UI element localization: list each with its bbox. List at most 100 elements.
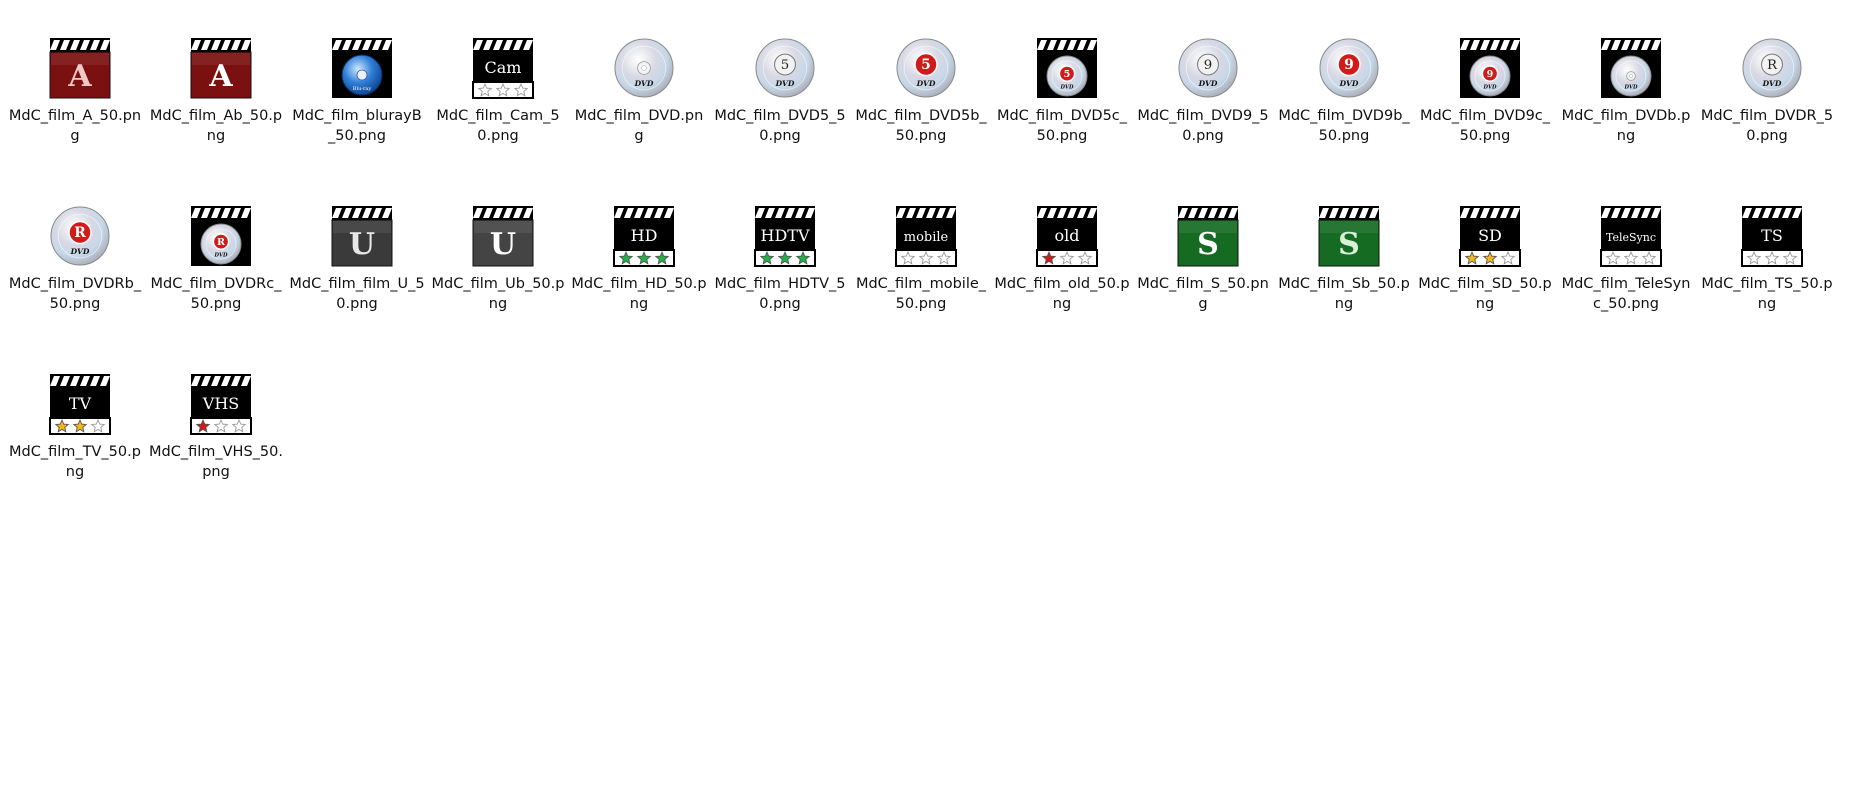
file-item[interactable]: Cam MdC_film_Cam_50.png: [428, 0, 568, 150]
svg-text:U: U: [490, 227, 516, 262]
svg-text:DVD: DVD: [1624, 84, 1638, 90]
file-item[interactable]: A MdC_film_Ab_50.png: [146, 0, 286, 150]
file-item[interactable]: HD MdC_film_HD_50.png: [569, 168, 709, 318]
file-name: MdC_film_DVDRc_50.png: [150, 276, 282, 312]
svg-text:A: A: [208, 59, 233, 94]
svg-text:TV: TV: [69, 394, 92, 413]
svg-text:Blu-ray: Blu-ray: [353, 86, 372, 92]
dvd-disc-icon: R DVD: [1740, 36, 1804, 100]
dvd-disc-icon: 9 DVD: [1317, 36, 1381, 100]
file-item[interactable]: 9 DVD MdC_film_DVD9b_50.png: [1274, 0, 1414, 150]
file-item[interactable]: A MdC_film_A_50.png: [5, 0, 145, 150]
svg-text:DVD: DVD: [634, 79, 654, 88]
file-item[interactable]: R DVD MdC_film_DVDRb_50.png: [5, 168, 145, 318]
svg-text:9: 9: [1487, 69, 1494, 80]
file-item[interactable]: HDTV MdC_film_HDTV_50.png: [710, 168, 850, 318]
clapper-stars-icon: HDTV: [753, 204, 817, 268]
file-item[interactable]: SD MdC_film_SD_50.png: [1415, 168, 1555, 318]
file-name: MdC_film_DVDRb_50.png: [8, 276, 142, 312]
clapper-disc-icon: R DVD: [189, 204, 253, 268]
svg-text:DVD: DVD: [214, 252, 228, 258]
file-name: MdC_film_A_50.png: [8, 108, 142, 144]
file-name: MdC_film_mobile_50.png: [855, 276, 987, 312]
svg-text:5: 5: [781, 58, 789, 73]
file-item[interactable]: S MdC_film_Sb_50.png: [1274, 168, 1414, 318]
clapper-stars-icon: old: [1035, 204, 1099, 268]
clapper-letter-icon: U: [471, 204, 535, 268]
file-item[interactable]: U MdC_film_film_U_50.png: [287, 168, 427, 318]
file-name: MdC_film_blurayB_50.png: [292, 108, 422, 144]
file-name: MdC_film_SD_50.png: [1418, 276, 1552, 312]
svg-text:DVD: DVD: [1762, 79, 1782, 88]
file-grid: A MdC_film_A_50.png A MdC_film_Ab_50.png B…: [0, 0, 1849, 800]
clapper-disc-icon: DVD: [1599, 36, 1663, 100]
svg-text:SD: SD: [1478, 226, 1502, 245]
dvd-disc-icon: 5 DVD: [753, 36, 817, 100]
file-item[interactable]: DVD MdC_film_DVD.png: [569, 0, 709, 150]
dvd-disc-icon: R DVD: [48, 204, 112, 268]
clapper-stars-icon: TeleSync: [1599, 204, 1663, 268]
clapper-stars-icon: HD: [612, 204, 676, 268]
svg-text:DVD: DVD: [916, 79, 936, 88]
svg-text:5: 5: [1064, 69, 1071, 80]
clapper-stars-icon: VHS: [189, 372, 253, 436]
file-item[interactable]: 9 DVD MdC_film_DVD9_50.png: [1133, 0, 1273, 150]
file-name: MdC_film_film_U_50.png: [289, 276, 425, 312]
file-name: MdC_film_DVDb.png: [1561, 108, 1691, 144]
file-item[interactable]: VHS MdC_film_VHS_50.png: [146, 336, 286, 486]
svg-text:U: U: [349, 227, 375, 262]
file-name: MdC_film_DVD.png: [574, 108, 704, 144]
file-item[interactable]: mobile MdC_film_mobile_50.png: [851, 168, 991, 318]
file-item[interactable]: 5 DVD MdC_film_DVD5b_50.png: [851, 0, 991, 150]
svg-text:9: 9: [1204, 58, 1212, 73]
svg-text:DVD: DVD: [1060, 84, 1074, 90]
file-name: MdC_film_TeleSync_50.png: [1561, 276, 1691, 312]
svg-text:Cam: Cam: [485, 58, 522, 77]
svg-text:DVD: DVD: [1198, 79, 1218, 88]
svg-text:TeleSync: TeleSync: [1606, 231, 1656, 244]
file-item[interactable]: R DVD MdC_film_DVDR_50.png: [1697, 0, 1837, 150]
file-item[interactable]: 5 DVD MdC_film_DVD5_50.png: [710, 0, 850, 150]
file-item[interactable]: TS MdC_film_TS_50.png: [1697, 168, 1837, 318]
file-item[interactable]: R DVD MdC_film_DVDRc_50.png: [146, 168, 286, 318]
file-item[interactable]: TeleSync MdC_film_TeleSync_50.png: [1556, 168, 1696, 318]
clapper-stars-icon: mobile: [894, 204, 958, 268]
file-item[interactable]: 9 DVD MdC_film_DVD9c_50.png: [1415, 0, 1555, 150]
file-name: MdC_film_VHS_50.png: [149, 444, 283, 480]
clapper-letter-icon: U: [330, 204, 394, 268]
dvd-disc-icon: DVD: [612, 36, 676, 100]
file-name: MdC_film_S_50.png: [1137, 276, 1269, 312]
file-item[interactable]: TV MdC_film_TV_50.png: [5, 336, 145, 486]
file-name: MdC_film_Ub_50.png: [431, 276, 565, 312]
file-name: MdC_film_DVD9c_50.png: [1419, 108, 1551, 144]
file-name: MdC_film_Ab_50.png: [149, 108, 283, 144]
file-name: MdC_film_DVD5b_50.png: [855, 108, 987, 144]
clapper-letter-icon: S: [1176, 204, 1240, 268]
file-name: MdC_film_TV_50.png: [9, 444, 141, 480]
file-name: MdC_film_HD_50.png: [571, 276, 707, 312]
svg-text:HDTV: HDTV: [760, 226, 809, 245]
svg-text:TS: TS: [1761, 226, 1783, 245]
file-name: MdC_film_Sb_50.png: [1278, 276, 1410, 312]
clapper-bluray-icon: Blu-ray: [330, 36, 394, 100]
file-name: MdC_film_DVD5_50.png: [714, 108, 846, 144]
file-item[interactable]: old MdC_film_old_50.png: [992, 168, 1132, 318]
svg-text:DVD: DVD: [1483, 84, 1497, 90]
svg-text:5: 5: [921, 57, 931, 73]
clapper-stars-icon: TS: [1740, 204, 1804, 268]
file-item[interactable]: S MdC_film_S_50.png: [1133, 168, 1273, 318]
file-name: MdC_film_old_50.png: [994, 276, 1130, 312]
file-name: MdC_film_DVD9_50.png: [1137, 108, 1269, 144]
file-item[interactable]: DVD MdC_film_DVDb.png: [1556, 0, 1696, 150]
svg-text:VHS: VHS: [202, 394, 239, 413]
svg-text:mobile: mobile: [904, 230, 949, 245]
file-item[interactable]: U MdC_film_Ub_50.png: [428, 168, 568, 318]
file-item[interactable]: Blu-ray MdC_film_blurayB_50.png: [287, 0, 427, 150]
clapper-stars-icon: Cam: [471, 36, 535, 100]
svg-text:R: R: [217, 237, 226, 248]
file-item[interactable]: 5 DVD MdC_film_DVD5c_50.png: [992, 0, 1132, 150]
file-name: MdC_film_DVD9b_50.png: [1278, 108, 1410, 144]
svg-text:old: old: [1055, 226, 1080, 245]
file-name: MdC_film_TS_50.png: [1701, 276, 1833, 312]
file-name: MdC_film_HDTV_50.png: [714, 276, 846, 312]
